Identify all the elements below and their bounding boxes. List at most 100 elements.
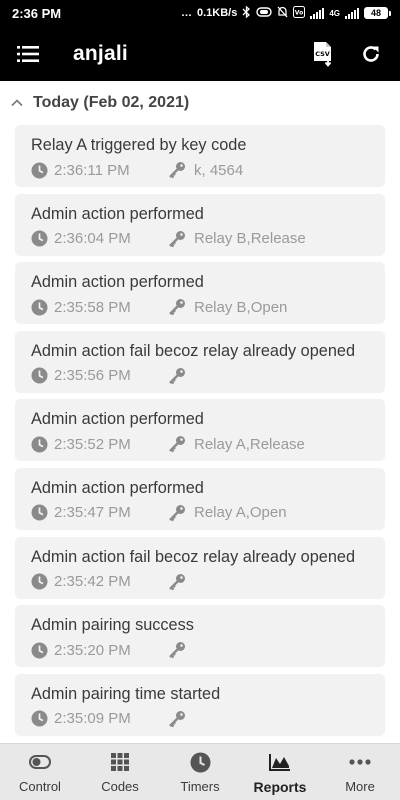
app-title: anjali: [73, 41, 128, 65]
event-card[interactable]: Admin pairing success 2:35:20 PM: [15, 605, 385, 668]
event-card[interactable]: Admin action performed 2:35:52 PM Relay A,…: [15, 399, 385, 462]
key-icon: [169, 573, 185, 590]
clock-icon: [190, 751, 211, 773]
chart-icon: [269, 751, 291, 773]
menu-icon[interactable]: [16, 42, 40, 66]
section-header[interactable]: Today (Feb 02, 2021): [0, 81, 400, 125]
status-icons: … 0.1KB/s Vo 4G 48: [180, 5, 391, 21]
event-meta: 2:35:20 PM: [31, 640, 385, 660]
section-title: Today (Feb 02, 2021): [33, 94, 190, 111]
event-title: Relay A triggered by key code: [31, 136, 247, 154]
nav-item-codes[interactable]: Codes: [80, 744, 160, 800]
bottom-navigation: Control Codes Timers Reports More: [0, 743, 400, 800]
event-meta: 2:35:09 PM: [31, 709, 385, 729]
event-time-wrap: 2:35:09 PM: [31, 710, 168, 727]
event-card[interactable]: Admin action fail becoz relay already op…: [15, 536, 385, 599]
nav-label: More: [345, 779, 375, 794]
key-icon: [169, 504, 185, 522]
event-title: Admin action performed: [31, 204, 204, 223]
battery-icon: 48: [364, 7, 391, 19]
keypad-icon: [110, 751, 130, 773]
app-bar: anjali CSV: [0, 26, 400, 81]
event-time: 2:35:20 PM: [54, 641, 131, 659]
signal-icon-2: [345, 7, 359, 19]
event-time-wrap: 2:35:42 PM: [31, 573, 168, 590]
event-detail: k, 4564: [194, 161, 244, 179]
key-icon: [169, 162, 185, 179]
nav-item-more[interactable]: More: [320, 744, 400, 800]
event-meta: 2:35:58 PM Relay B,Open: [31, 297, 385, 317]
status-time: 2:36 PM: [12, 5, 62, 21]
nav-item-control[interactable]: Control: [0, 744, 80, 800]
clock-icon: [31, 436, 48, 453]
event-title: Admin pairing time started: [31, 684, 221, 703]
more-notifications-icon: …: [180, 7, 192, 19]
event-detail-wrap: Relay A,Release: [168, 435, 305, 453]
event-detail: Relay B,Open: [194, 298, 288, 316]
svg-text:Vo: Vo: [295, 9, 303, 16]
status-bar: 2:36 PM … 0.1KB/s Vo 4G 48: [0, 0, 400, 26]
event-title: Admin action performed: [31, 478, 204, 497]
event-card[interactable]: Admin action performed 2:36:04 PM Relay B,…: [15, 193, 385, 256]
clock-icon: [31, 162, 48, 178]
event-title: Admin action fail becoz relay already op…: [31, 341, 356, 360]
event-detail-wrap: Relay B,Open: [168, 298, 287, 316]
event-time: 2:36:04 PM: [54, 230, 131, 248]
clock-icon: [31, 573, 48, 590]
event-detail-wrap: [168, 710, 194, 728]
key-icon: [169, 436, 185, 453]
event-detail-wrap: k, 4564: [168, 161, 243, 179]
event-meta: 2:36:04 PM Relay B,Release: [31, 229, 385, 249]
event-detail-wrap: [168, 573, 194, 591]
event-list: Relay A triggered by key code 2:36:11 PM k…: [0, 125, 400, 736]
event-detail: Relay B,Release: [194, 230, 306, 248]
nav-label: Control: [19, 779, 61, 794]
clock-icon: [31, 642, 48, 659]
nav-item-reports[interactable]: Reports: [240, 744, 320, 800]
event-time: 2:36:11 PM: [54, 161, 130, 179]
key-icon: [169, 299, 185, 316]
csv-export-icon[interactable]: CSV: [310, 41, 336, 67]
event-meta: 2:36:11 PM k, 4564: [31, 160, 385, 180]
event-time: 2:35:56 PM: [54, 367, 131, 385]
event-time: 2:35:52 PM: [54, 435, 131, 453]
event-detail-wrap: Relay A,Open: [168, 504, 287, 522]
event-time: 2:35:09 PM: [54, 710, 131, 728]
event-card[interactable]: Admin pairing time started 2:35:09 PM: [15, 673, 385, 736]
event-detail-wrap: [168, 367, 194, 385]
event-title: Admin action fail becoz relay already op…: [31, 547, 356, 566]
event-time: 2:35:58 PM: [54, 298, 131, 316]
event-card[interactable]: Admin action fail becoz relay already op…: [15, 330, 385, 393]
key-icon: [169, 642, 185, 659]
svg-text:CSV: CSV: [315, 50, 330, 58]
mute-bell-icon: [277, 6, 288, 21]
event-meta: 2:35:42 PM: [31, 572, 385, 592]
event-meta: 2:35:56 PM: [31, 366, 385, 386]
event-card[interactable]: Admin action performed 2:35:58 PM Relay B,…: [15, 262, 385, 325]
event-time-wrap: 2:36:11 PM: [31, 162, 168, 179]
event-card[interactable]: Admin action performed 2:35:47 PM Relay A,…: [15, 467, 385, 530]
key-icon: [169, 710, 185, 728]
refresh-icon[interactable]: [358, 41, 384, 67]
net-speed: 0.1KB/s: [196, 7, 238, 19]
network-type: 4G: [329, 8, 340, 18]
more-dots-icon: [349, 751, 371, 773]
event-time-wrap: 2:35:20 PM: [31, 642, 168, 659]
clock-icon: [31, 299, 48, 316]
volte-icon: Vo: [293, 5, 306, 21]
clock-icon: [31, 230, 48, 247]
nav-label: Timers: [180, 779, 220, 794]
event-card[interactable]: Relay A triggered by key code 2:36:11 PM k…: [15, 125, 385, 187]
battery-level: 48: [370, 7, 381, 18]
event-meta: 2:35:52 PM Relay A,Release: [31, 434, 385, 454]
clock-icon: [31, 504, 48, 521]
event-title: Admin action performed: [31, 273, 204, 292]
nav-item-timers[interactable]: Timers: [160, 744, 240, 800]
nav-label: Reports: [253, 779, 307, 795]
event-detail: Relay A,Release: [194, 435, 305, 453]
chevron-up-icon: [11, 99, 23, 107]
hotspot-icon: [256, 6, 273, 20]
key-icon: [169, 367, 185, 385]
signal-icon: [310, 7, 325, 19]
clock-icon: [31, 367, 48, 384]
